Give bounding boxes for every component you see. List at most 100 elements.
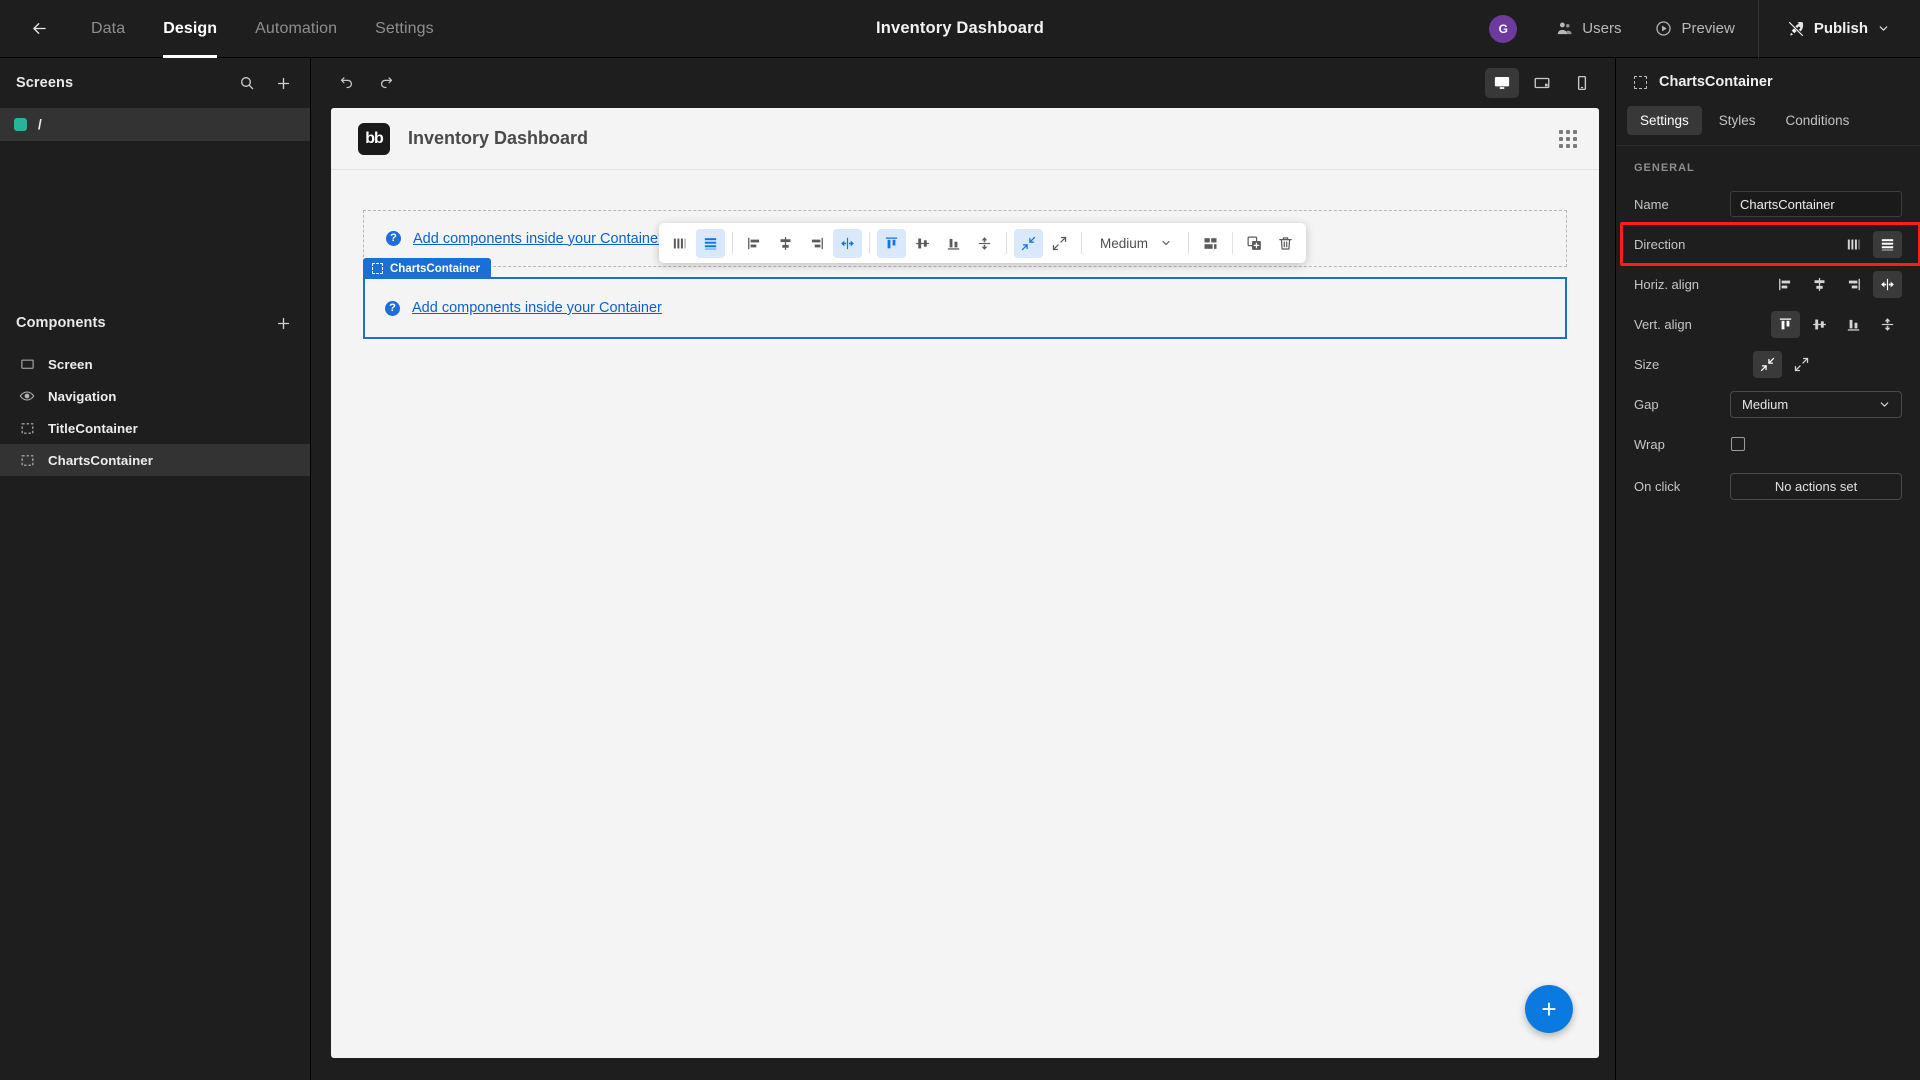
component-label: Screen — [48, 356, 93, 372]
avatar[interactable]: G — [1489, 14, 1518, 43]
direction-horizontal-button[interactable] — [665, 229, 694, 258]
delete-button[interactable] — [1271, 229, 1300, 258]
size-segmented — [1753, 350, 1816, 378]
back-button[interactable] — [22, 12, 56, 46]
align-left-button[interactable] — [740, 229, 769, 258]
preview-button[interactable]: Preview — [1638, 0, 1751, 58]
right-panel-tabs: Settings Styles Conditions — [1616, 106, 1920, 145]
component-item-titlecontainer[interactable]: TitleContainer — [0, 412, 310, 444]
canvas-app-header: bb Inventory Dashboard — [331, 108, 1599, 170]
align-stretch-button[interactable] — [1873, 270, 1902, 298]
component-item-screen[interactable]: Screen — [0, 348, 310, 380]
gap-select[interactable]: Medium — [1089, 229, 1181, 258]
vert-align-control — [1726, 310, 1902, 338]
valign-stretch-button[interactable] — [1873, 311, 1902, 338]
charts-container-selected[interactable]: ChartsContainer ? Add components inside … — [363, 258, 1567, 339]
name-input[interactable] — [1730, 191, 1902, 217]
component-item-navigation[interactable]: Navigation — [0, 380, 310, 412]
add-screen-icon[interactable] — [272, 72, 294, 94]
align-center-button[interactable] — [1805, 271, 1834, 298]
size-grow-button[interactable] — [1045, 229, 1074, 258]
container-icon — [19, 452, 35, 468]
gap-field-row: Gap Medium — [1616, 384, 1920, 424]
history-controls — [331, 69, 401, 97]
direction-vertical-button[interactable] — [696, 228, 725, 258]
gap-select-value: Medium — [1100, 235, 1149, 251]
add-component-icon[interactable] — [272, 312, 294, 334]
right-panel-header: ChartsContainer — [1616, 58, 1920, 106]
size-shrink-button[interactable] — [1014, 228, 1043, 258]
size-shrink-button[interactable] — [1753, 350, 1782, 378]
toolbar-divider — [732, 232, 733, 254]
gap-select[interactable]: Medium — [1730, 390, 1902, 418]
canvas-page-title: Inventory Dashboard — [408, 128, 589, 148]
format-toolbar: Medium — [659, 223, 1307, 263]
direction-horizontal-button[interactable] — [1839, 231, 1868, 258]
add-component-fab[interactable]: + — [1525, 985, 1573, 1033]
redo-icon[interactable] — [373, 69, 401, 97]
undo-icon[interactable] — [331, 69, 359, 97]
device-mobile-button[interactable] — [1565, 68, 1599, 98]
general-group-title: GENERAL — [1634, 162, 1695, 174]
align-stretch-button[interactable] — [833, 228, 862, 258]
gap-select-value: Medium — [1742, 396, 1789, 412]
device-switcher — [1485, 68, 1599, 98]
valign-middle-button[interactable] — [1805, 311, 1834, 338]
main-nav-tabs: Data Design Automation Settings — [72, 0, 453, 58]
dropzone-content: ? Add components inside your Container — [385, 300, 662, 316]
dropzone-content: ? Add components inside your Container — [386, 231, 663, 247]
align-right-button[interactable] — [1839, 271, 1868, 298]
duplicate-button[interactable] — [1240, 229, 1269, 258]
valign-bottom-button[interactable] — [939, 229, 968, 258]
device-desktop-button[interactable] — [1485, 68, 1519, 98]
screens-list: / — [0, 108, 310, 141]
vert-align-segmented — [1771, 310, 1902, 338]
tab-settings[interactable]: Settings — [1627, 106, 1702, 135]
toolbar-divider — [1232, 232, 1234, 254]
chevron-down-icon — [1877, 22, 1890, 35]
tab-conditions[interactable]: Conditions — [1773, 106, 1863, 135]
valign-bottom-button[interactable] — [1839, 311, 1868, 338]
valign-middle-button[interactable] — [908, 229, 937, 258]
gap-label: Gap — [1634, 396, 1659, 412]
align-center-button[interactable] — [771, 229, 800, 258]
components-title: Components — [16, 315, 106, 331]
play-circle-icon — [1655, 20, 1672, 37]
valign-top-button[interactable] — [1771, 310, 1800, 338]
nav-tab-data[interactable]: Data — [72, 0, 144, 58]
right-panel-title: ChartsContainer — [1659, 74, 1773, 90]
search-icon[interactable] — [236, 72, 258, 94]
preview-label: Preview — [1681, 20, 1735, 37]
wrap-checkbox[interactable] — [1731, 437, 1745, 451]
valign-top-button[interactable] — [877, 228, 906, 258]
align-left-button[interactable] — [1771, 271, 1800, 298]
users-button[interactable]: Users — [1539, 0, 1638, 58]
name-field-row: Name — [1616, 184, 1920, 224]
component-item-chartscontainer[interactable]: ChartsContainer — [0, 444, 310, 476]
onclick-actions-button[interactable]: No actions set — [1730, 472, 1902, 500]
question-icon: ? — [385, 300, 400, 316]
nav-tab-settings[interactable]: Settings — [356, 0, 453, 58]
publish-button[interactable]: Publish — [1765, 0, 1910, 58]
add-components-link[interactable]: Add components inside your Container — [412, 300, 662, 316]
direction-vertical-button[interactable] — [1873, 230, 1902, 258]
container-icon — [19, 420, 35, 436]
onclick-control: No actions set — [1726, 472, 1902, 500]
align-right-button[interactable] — [802, 229, 831, 258]
size-grow-button[interactable] — [1787, 351, 1816, 378]
layout-button[interactable] — [1196, 229, 1225, 258]
tab-styles[interactable]: Styles — [1706, 106, 1769, 135]
screens-header: Screens — [0, 58, 310, 108]
nav-tab-automation[interactable]: Automation — [236, 0, 356, 58]
valign-stretch-button[interactable] — [970, 229, 999, 258]
publish-label: Publish — [1813, 20, 1868, 37]
add-components-link[interactable]: Add components inside your Container — [413, 231, 663, 247]
components-actions — [272, 312, 294, 334]
device-tablet-button[interactable] — [1525, 68, 1559, 98]
selection-tag-label: ChartsContainer — [390, 262, 481, 275]
grid-icon[interactable] — [1559, 129, 1577, 148]
screen-item-root[interactable]: / — [0, 108, 310, 141]
nav-tab-design[interactable]: Design — [144, 0, 236, 58]
budibase-logo: bb — [358, 122, 390, 155]
rocket-icon — [1787, 20, 1805, 38]
